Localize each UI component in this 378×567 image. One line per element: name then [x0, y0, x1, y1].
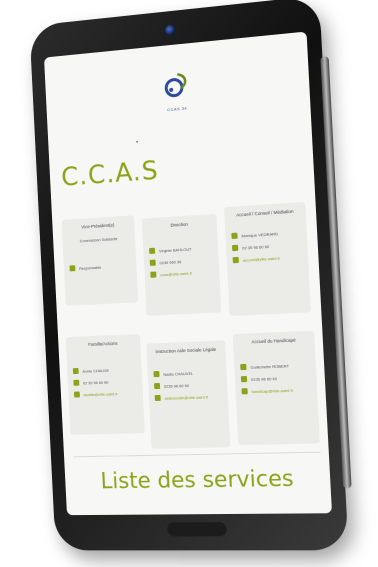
phone-icon — [73, 379, 80, 386]
card-row: 0235 96 60 60 — [154, 381, 227, 390]
phone-icon — [231, 244, 239, 252]
card-row: famille@ville-saint.fr — [73, 389, 143, 398]
contact-card: Direction Virginie BAHLOUT 0235 960 36 c… — [141, 213, 222, 316]
card-row: Annie CHAUVE — [72, 366, 142, 375]
section-divider — [73, 451, 321, 458]
card-title: Instruction Aide Sociale Légale — [155, 346, 217, 355]
contact-phone: 0235 96 60 60 — [250, 375, 278, 382]
card-row: 0235 960 36 — [149, 256, 219, 266]
card-row: Virginie BAHLOUT — [149, 244, 218, 254]
mail-icon — [73, 391, 80, 398]
contact-phone: 0235 960 36 — [159, 258, 182, 265]
bullet-mark: ▪ — [135, 139, 139, 146]
card-title: Famille/Actions — [88, 340, 118, 347]
mail-icon — [241, 388, 248, 395]
card-subtitle: Commission Solidarité — [79, 236, 118, 244]
tablet-device: CCAS 34 ▪ C.C.A.S Vice-Président(e) Comm… — [29, 0, 352, 551]
tablet-screen: CCAS 34 ▪ C.C.A.S Vice-Président(e) Comm… — [44, 31, 333, 516]
logo[interactable]: CCAS 34 — [152, 68, 201, 113]
user-icon — [72, 367, 79, 375]
card-row: ccas@ville-saint.fr — [150, 268, 219, 278]
contact-email-link[interactable]: famille@ville-saint.fr — [83, 391, 117, 397]
card-row: 02 35 96 60 60 — [73, 378, 142, 386]
camera-icon — [164, 24, 176, 36]
phone-icon — [154, 382, 161, 390]
card-row: 0235 96 60 60 — [240, 374, 317, 383]
contact-card: Accueil / Conseil / Médiation Monique VE… — [223, 201, 311, 316]
contact-phone: 02 35 96 60 60 — [242, 243, 270, 251]
contact-name: Monique VEDRARD — [241, 230, 279, 238]
card-row: Nadia CHAUVEL — [153, 369, 226, 378]
user-icon — [231, 232, 238, 240]
card-row: 02 35 96 60 60 — [231, 241, 308, 252]
phone-icon — [149, 259, 156, 266]
contact-card: Accueil du Handicapé Guillemette ROBERT … — [232, 330, 321, 446]
contact-phone: 02 35 96 60 60 — [82, 379, 109, 386]
mail-icon — [154, 394, 161, 402]
user-icon — [240, 363, 247, 371]
mail-icon — [150, 271, 157, 278]
card-row: handicap@ville-saint.fr — [241, 386, 317, 395]
card-row: aidesociale@ville-saint.fr — [154, 393, 228, 402]
contact-email-link[interactable]: accueil@ville-saint.fr — [243, 255, 281, 262]
user-icon — [69, 265, 76, 272]
card-row: Responsable — [69, 262, 136, 272]
phone-icon — [240, 375, 248, 383]
user-icon — [153, 371, 160, 378]
contact-email-link[interactable]: ccas@ville-saint.fr — [160, 270, 192, 277]
contact-email-link[interactable]: handicap@ville-saint.fr — [252, 387, 294, 393]
user-icon — [149, 247, 156, 254]
logo-icon — [165, 73, 187, 98]
card-row: Guillemette ROBERT — [240, 361, 316, 371]
contact-card: Famille/Actions Annie CHAUVE 02 35 96 60… — [65, 333, 145, 435]
contact-name: Guillemette ROBERT — [250, 362, 290, 370]
logo-label: CCAS 34 — [167, 105, 188, 113]
contact-card: Vice-Président(e) Commission Solidarité … — [61, 215, 139, 306]
contact-name: Annie CHAUVE — [82, 367, 110, 374]
card-title: Accueil / Conseil / Médiation — [236, 208, 294, 218]
contact-card: Instruction Aide Sociale Légale Nadia CH… — [146, 340, 231, 449]
card-row: Monique VEDRARD — [231, 228, 307, 240]
card-row: accueil@ville-saint.fr — [232, 253, 309, 264]
home-button[interactable] — [167, 522, 228, 537]
contact-phone: 0235 96 60 60 — [163, 382, 190, 389]
mail-icon — [232, 256, 239, 264]
page-title: C.C.A.S — [60, 155, 160, 193]
card-title: Direction — [170, 221, 189, 228]
services-heading: Liste des services — [100, 466, 295, 495]
card-title: Accueil du Handicapé — [251, 337, 296, 345]
contact-name: Nadia CHAUVEL — [163, 370, 194, 377]
contact-email-link[interactable]: aidesociale@ville-saint.fr — [164, 394, 208, 400]
contact-name: Virginie BAHLOUT — [158, 246, 192, 253]
card-title: Vice-Président(e) — [81, 222, 115, 230]
contact-name: Responsable — [78, 264, 102, 271]
